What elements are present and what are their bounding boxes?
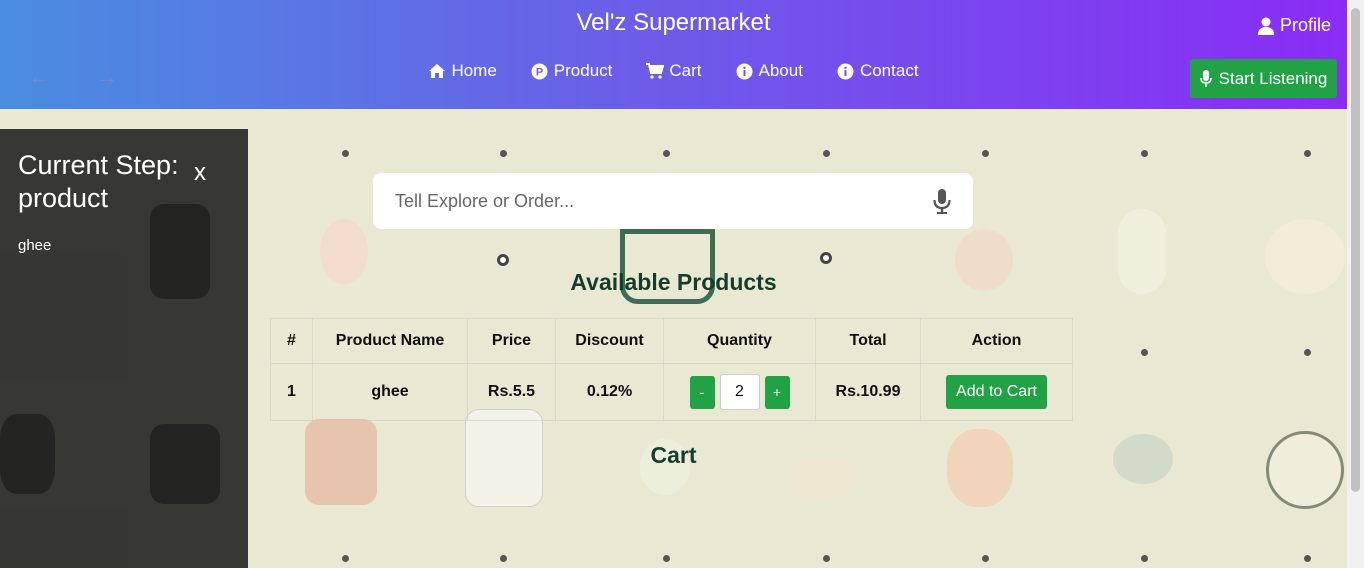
scrollbar-thumb[interactable]: [1351, 8, 1360, 492]
nav-about[interactable]: About: [736, 61, 803, 81]
main-nav: Home P Product Cart About Contact: [0, 61, 1347, 81]
column-header: Discount: [555, 318, 664, 364]
available-products-heading: Available Products: [570, 269, 777, 295]
profile-link[interactable]: Profile: [1257, 15, 1331, 36]
decrease-quantity-button[interactable]: -: [689, 375, 715, 409]
search-input[interactable]: [395, 190, 933, 212]
decor-dot: [500, 555, 507, 562]
brand-title: Vel'z Supermarket: [576, 9, 771, 36]
decor-dot: [497, 254, 509, 266]
cart-icon: [646, 62, 665, 80]
decor-dot: [823, 150, 830, 157]
nav-cart-label: Cart: [669, 61, 702, 80]
start-listening-button[interactable]: Start Listening: [1190, 59, 1337, 98]
svg-text:P: P: [536, 66, 543, 78]
decor-dot: [342, 555, 349, 562]
decor-dot: [820, 252, 832, 264]
decor-dot: [1304, 349, 1311, 356]
cart-heading: Cart: [650, 442, 697, 468]
decor-dot: [500, 150, 507, 157]
decor-dot: [1141, 349, 1148, 356]
products-table: # Product Name Price Discount Quantity T…: [270, 318, 1073, 421]
decor-dot: [1304, 150, 1311, 157]
row-product-name: ghee: [312, 363, 468, 421]
current-step-value: ghee: [18, 237, 52, 254]
profile-label: Profile: [1279, 15, 1331, 35]
nav-home-label: Home: [451, 61, 497, 80]
microphone-icon: [1199, 70, 1212, 87]
column-header: Quantity: [663, 318, 816, 364]
decor-dot: [1141, 150, 1148, 157]
microphone-icon[interactable]: [933, 188, 951, 214]
increase-quantity-button[interactable]: +: [764, 375, 790, 409]
decor-dot: [823, 555, 830, 562]
quantity-stepper: - 2 +: [664, 374, 815, 410]
info-icon: [736, 62, 754, 80]
close-panel-button[interactable]: x: [194, 159, 206, 187]
quantity-input[interactable]: 2: [719, 374, 760, 410]
column-header: #: [270, 318, 313, 364]
search-bar: [373, 173, 973, 229]
row-index: 1: [270, 363, 313, 421]
decor-dot: [342, 150, 349, 157]
decor-dot: [982, 555, 989, 562]
row-discount: 0.12%: [555, 363, 664, 421]
decor-dot: [1304, 555, 1311, 562]
decor-dot: [1141, 555, 1148, 562]
decor-dot: [663, 150, 670, 157]
decor-dot: [982, 150, 989, 157]
row-price: Rs.5.5: [467, 363, 556, 421]
home-icon: [428, 62, 446, 80]
column-header: Total: [815, 318, 921, 364]
nav-home[interactable]: Home: [428, 61, 497, 81]
current-step-panel: Current Step: product x ghee: [0, 129, 248, 568]
column-header: Action: [920, 318, 1073, 364]
nav-contact[interactable]: Contact: [837, 61, 919, 81]
product-icon: P: [531, 62, 549, 80]
row-quantity: - 2 +: [663, 363, 816, 421]
nav-product[interactable]: P Product: [531, 61, 613, 81]
nav-contact-label: Contact: [859, 61, 919, 80]
start-listening-label: Start Listening: [1218, 68, 1328, 88]
nav-about-label: About: [758, 61, 803, 80]
current-step-title: Current Step: product: [18, 150, 179, 213]
nav-product-label: Product: [553, 61, 613, 80]
info-icon: [837, 62, 855, 80]
vertical-scrollbar[interactable]: [1347, 0, 1364, 568]
nav-cart[interactable]: Cart: [646, 61, 702, 81]
add-to-cart-button[interactable]: Add to Cart: [946, 375, 1047, 409]
row-action: Add to Cart: [920, 363, 1073, 421]
column-header: Product Name: [312, 318, 468, 364]
decor-dot: [663, 555, 670, 562]
row-total: Rs.10.99: [815, 363, 921, 421]
user-icon: [1257, 17, 1274, 35]
top-header: Vel'z Supermarket Profile ← → Home P Pro…: [0, 0, 1347, 109]
table-header-row: # Product Name Price Discount Quantity T…: [270, 318, 1073, 364]
table-row: 1 ghee Rs.5.5 0.12% - 2 + Rs.10.99 Add t…: [270, 363, 1073, 421]
column-header: Price: [467, 318, 556, 364]
